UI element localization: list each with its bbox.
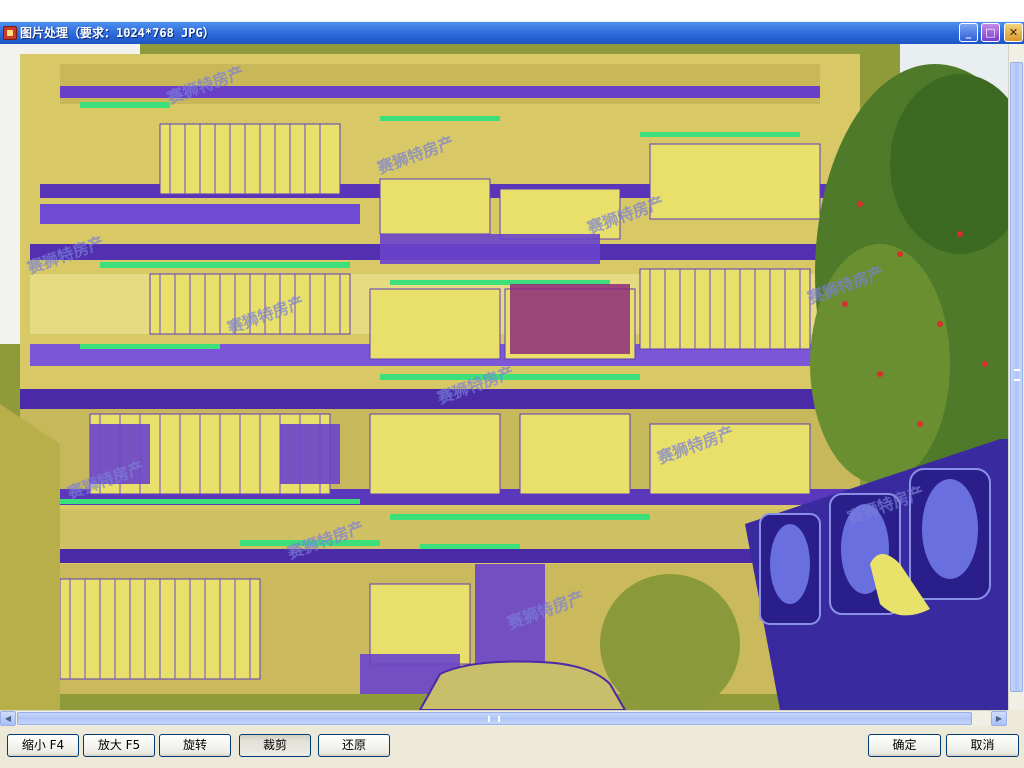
- rotate-button[interactable]: 旋转: [159, 734, 231, 757]
- vertical-scroll-thumb[interactable]: [1010, 62, 1023, 692]
- bottom-toolbar: 缩小 F4 放大 F5 旋转 裁剪 还原 确定 取消: [0, 726, 1024, 768]
- zoom-out-button[interactable]: 缩小 F4: [7, 734, 79, 757]
- scroll-grip-icon: [488, 716, 500, 722]
- window-title: 图片处理（要求：1024*768 JPG）: [20, 26, 215, 40]
- vertical-scrollbar[interactable]: [1008, 44, 1024, 710]
- scrollbar-corner: [1008, 710, 1024, 726]
- zoom-in-button[interactable]: 放大 F5: [83, 734, 155, 757]
- title-bar[interactable]: 图片处理（要求：1024*768 JPG） _ □ ✕: [0, 0, 1024, 44]
- crop-button[interactable]: 裁剪: [239, 734, 311, 757]
- restore-button[interactable]: 还原: [318, 734, 390, 757]
- minimize-button[interactable]: _: [959, 23, 978, 42]
- cancel-button[interactable]: 取消: [946, 734, 1019, 757]
- photo-icon: 赛狮特房产 赛狮特房产 赛狮特房产 赛狮特房产 赛狮特房产 赛狮特房产 赛狮特房…: [0, 44, 1008, 710]
- horizontal-scroll-thumb[interactable]: [17, 712, 972, 725]
- horizontal-scrollbar[interactable]: ◀ ▶: [0, 710, 1008, 726]
- close-button[interactable]: ✕: [1004, 23, 1023, 42]
- app-icon[interactable]: [3, 26, 17, 40]
- scroll-left-arrow-icon[interactable]: ◀: [0, 711, 16, 726]
- scroll-grip-icon: [1014, 369, 1020, 381]
- scroll-right-arrow-icon[interactable]: ▶: [991, 711, 1007, 726]
- image-viewport[interactable]: 赛狮特房产 赛狮特房产 赛狮特房产 赛狮特房产 赛狮特房产 赛狮特房产 赛狮特房…: [0, 44, 1008, 710]
- maximize-button[interactable]: □: [981, 23, 1000, 42]
- confirm-button[interactable]: 确定: [868, 734, 941, 757]
